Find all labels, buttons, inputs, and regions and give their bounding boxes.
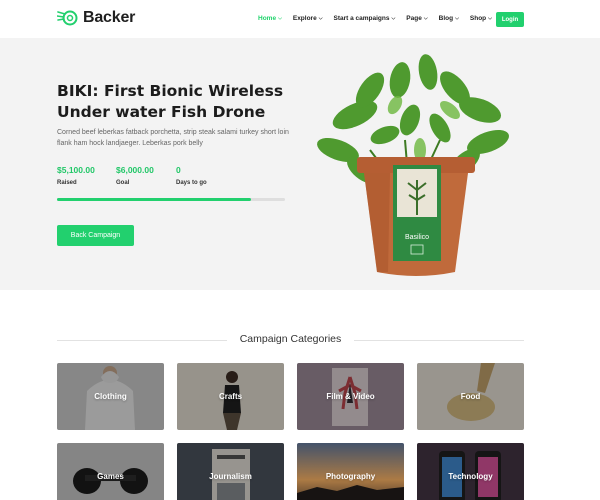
category-tile-photography[interactable]: Photography — [297, 443, 404, 500]
category-label: Photography — [325, 472, 376, 481]
logo[interactable]: Backer — [57, 9, 135, 27]
section-title: Campaign Categories — [57, 333, 524, 345]
nav-label: Shop — [469, 15, 487, 22]
nav-label: Home — [258, 15, 277, 22]
nav-item-start-campaigns[interactable]: Start a campaigns ⌵ — [334, 15, 396, 22]
stat-raised: $5,100.00 Raised — [57, 165, 95, 186]
campaign-title[interactable]: BIKI: First Bionic Wireless Under water … — [57, 81, 287, 123]
section-heading: Campaign Categories — [57, 333, 524, 347]
category-label: Technology — [448, 472, 493, 481]
category-tile-journalism[interactable]: Journalism — [177, 443, 284, 500]
back-campaign-button[interactable]: Back Campaign — [57, 225, 134, 246]
campaign-description: Corned beef leberkas fatback porchetta, … — [57, 129, 289, 147]
section-title-text: Campaign Categories — [231, 333, 350, 345]
category-label: Crafts — [218, 392, 243, 401]
stat-value: $6,000.00 — [116, 165, 154, 175]
category-label: Food — [460, 392, 481, 401]
category-label: Clothing — [94, 392, 127, 401]
chevron-down-icon: ⌵ — [318, 15, 323, 21]
chevron-down-icon: ⌵ — [391, 15, 396, 21]
funding-progress-fill — [57, 198, 251, 201]
potted-basil-image: Basilico — [317, 54, 509, 276]
chevron-down-icon: ⌵ — [488, 15, 492, 21]
nav-label: Page — [406, 15, 422, 22]
brand-name: Backer — [83, 9, 136, 26]
login-button[interactable]: Login — [496, 12, 524, 27]
chevron-down-icon: ⌵ — [455, 15, 459, 21]
nav-label: Blog — [438, 15, 454, 22]
category-tile-games[interactable]: Games — [57, 443, 164, 500]
category-tile-crafts[interactable]: Crafts — [177, 363, 284, 430]
category-tile-technology[interactable]: Technology — [417, 443, 524, 500]
funding-progress-bar — [57, 198, 285, 201]
nav-item-home[interactable]: Home ⌵ — [258, 15, 282, 22]
logo-icon — [57, 10, 78, 26]
chevron-down-icon: ⌵ — [278, 15, 282, 21]
stat-label: Goal — [116, 180, 130, 186]
category-tile-food[interactable]: Food — [417, 363, 524, 430]
stat-value: $5,100.00 — [57, 165, 95, 175]
nav-label: Explore — [292, 15, 317, 22]
category-tile-film-video[interactable]: Film & Video — [297, 363, 404, 430]
stat-days-to-go: 0 Days to go — [176, 165, 207, 186]
plant-tag-label: Basilico — [405, 234, 429, 241]
stat-label: Raised — [57, 180, 77, 186]
stat-goal: $6,000.00 Goal — [116, 165, 154, 186]
chevron-down-icon: ⌵ — [423, 15, 428, 21]
main-nav: Home ⌵ Explore ⌵ Start a campaigns ⌵ Page ⌵ … — [258, 15, 503, 22]
nav-item-shop[interactable]: Shop ⌵ — [470, 15, 492, 22]
nav-item-explore[interactable]: Explore ⌵ — [293, 15, 323, 22]
nav-item-blog[interactable]: Blog ⌵ — [439, 15, 459, 22]
stat-label: Days to go — [176, 180, 207, 186]
nav-item-page[interactable]: Page ⌵ — [406, 15, 427, 22]
category-label: Games — [97, 472, 124, 481]
stat-value: 0 — [176, 165, 181, 175]
category-label: Journalism — [209, 472, 252, 481]
site-header: Backer Home ⌵ Explore ⌵ Start a campaigns ⌵… — [0, 0, 600, 38]
category-label: Film & Video — [326, 392, 375, 401]
category-tile-clothing[interactable]: Clothing — [57, 363, 164, 430]
nav-label: Start a campaigns — [333, 15, 390, 22]
